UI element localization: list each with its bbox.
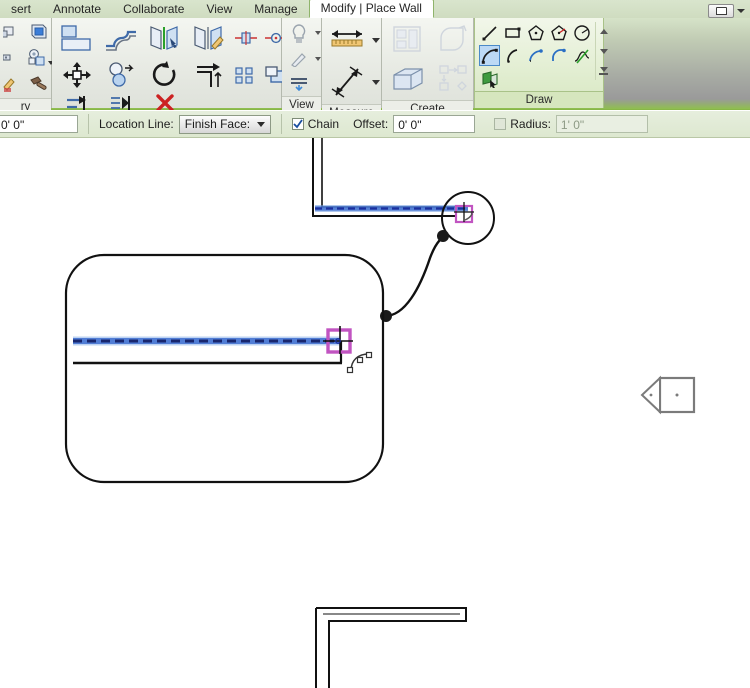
minimize-ribbon-button[interactable]: [708, 4, 734, 18]
offset-input[interactable]: 0' 0": [393, 115, 476, 133]
panel-create: Create: [382, 18, 476, 110]
measure-horizontal-icon[interactable]: [326, 20, 368, 60]
linework-icon[interactable]: [0, 72, 22, 96]
move-arrows-icon[interactable]: [56, 57, 98, 92]
create-assembly-icon[interactable]: [432, 60, 476, 98]
panel-view-label: View: [282, 96, 321, 110]
radius-label: Radius:: [510, 117, 551, 131]
drawing-area[interactable]: [0, 138, 750, 688]
caret-up-box-icon: [715, 7, 727, 15]
panel-geometry: ry: [0, 18, 54, 110]
radius-input[interactable]: 1' 0": [555, 115, 648, 133]
cut-geometry-icon[interactable]: [0, 20, 22, 44]
tab-modify-place-wall[interactable]: Modify | Place Wall: [308, 0, 434, 18]
measure-diagonal-icon[interactable]: [326, 62, 368, 102]
tab-collaborate[interactable]: Collaborate: [112, 1, 195, 18]
chevron-down-icon[interactable]: [314, 20, 322, 46]
arc-start-end-radius-icon[interactable]: [479, 45, 500, 66]
copy-icon[interactable]: [100, 57, 142, 92]
wall-corner-bottom: [315, 607, 467, 688]
chevron-down-icon: [256, 121, 265, 127]
cutback-icon[interactable]: [286, 72, 312, 94]
leader-line: [384, 234, 449, 318]
rectangle-icon[interactable]: [502, 22, 523, 43]
mirror-draw-axis-icon[interactable]: [188, 20, 230, 55]
location-line-label: Location Line:: [99, 117, 174, 131]
tab-annotate[interactable]: Annotate: [42, 1, 112, 18]
leader-dot-lower: [380, 310, 392, 322]
leader-dot-upper: [437, 230, 449, 242]
ribbon-window-controls: [708, 4, 750, 18]
draw-scroll-down-button[interactable]: [599, 42, 608, 60]
panel-draw-label: Draw: [475, 91, 603, 108]
lightbulb-icon[interactable]: [286, 20, 312, 46]
offset-icon[interactable]: [100, 20, 142, 55]
trim-multiple-icon[interactable]: [56, 94, 98, 110]
polygon-circumscribed-icon[interactable]: [548, 22, 569, 43]
height-input[interactable]: 0' 0": [0, 115, 78, 133]
ribbon-tab-bar: sert Annotate Collaborate View Manage Mo…: [0, 0, 750, 19]
section-marker: [640, 375, 696, 415]
offset-label: Offset:: [353, 117, 389, 131]
location-line-combo[interactable]: Finish Face: Ex: [178, 114, 271, 134]
arc-draw-glyph: [346, 351, 373, 374]
mirror-pick-axis-icon[interactable]: [144, 20, 186, 55]
paint-roller-icon[interactable]: [24, 46, 54, 70]
create-similar-icon[interactable]: [386, 20, 430, 58]
options-bar: 0' 0" Location Line: Finish Face: Ex Cha…: [0, 110, 750, 138]
chain-checkbox[interactable]: [291, 118, 304, 130]
rotate-icon[interactable]: [144, 57, 186, 92]
panel-draw: Draw: [474, 18, 608, 108]
polygon-inscribed-icon[interactable]: [525, 22, 546, 43]
linework-pen-icon[interactable]: [286, 48, 312, 70]
panel-geometry-label: ry: [0, 98, 51, 110]
align-icon[interactable]: [56, 20, 98, 55]
circle-icon[interactable]: [571, 22, 592, 43]
chevron-down-icon[interactable]: [370, 62, 382, 102]
pick-lines-icon[interactable]: [479, 68, 500, 89]
chevron-down-icon[interactable]: [370, 20, 382, 60]
panel-measure: Measure: [322, 18, 382, 110]
split-element-icon[interactable]: [232, 20, 260, 55]
zoom-callout-rounded-rect: [64, 253, 385, 484]
options-separator-1: [88, 114, 89, 134]
create-group-icon[interactable]: [386, 60, 430, 98]
line-icon[interactable]: [479, 22, 500, 43]
join-geometry-icon[interactable]: [24, 20, 54, 44]
tab-manage[interactable]: Manage: [243, 1, 308, 18]
tab-view[interactable]: View: [195, 1, 243, 18]
trim-single-icon[interactable]: [188, 57, 230, 92]
spline-icon[interactable]: [571, 45, 592, 66]
snap-crosshair-cursor-circle: [454, 202, 474, 224]
panel-create-label: Create: [382, 100, 473, 110]
arc-tangent-end-icon[interactable]: [525, 45, 546, 66]
draw-expand-button[interactable]: [599, 62, 608, 80]
draw-scroll-up-button[interactable]: [599, 22, 608, 40]
wall-corner-top: [312, 138, 455, 217]
radius-checkbox[interactable]: [494, 118, 507, 130]
create-part-icon[interactable]: [432, 20, 476, 58]
panel-view: View: [282, 18, 322, 110]
arc-fillet-icon[interactable]: [548, 45, 569, 66]
options-separator-2: [280, 114, 282, 134]
arc-center-ends-icon[interactable]: [502, 45, 523, 66]
array-icon[interactable]: [232, 57, 260, 92]
chevron-down-icon[interactable]: [314, 48, 322, 70]
revit-window: sert Annotate Collaborate View Manage Mo…: [0, 0, 750, 688]
ribbon: ry View Create Draw: [0, 18, 750, 110]
split-face-icon[interactable]: [0, 46, 22, 70]
split-gap-icon[interactable]: [100, 94, 142, 110]
hammer-icon[interactable]: [24, 72, 54, 96]
tab-insert[interactable]: sert: [0, 1, 42, 18]
delete-x-icon[interactable]: [144, 94, 186, 110]
caret-down-icon[interactable]: [737, 9, 745, 13]
location-line-value: Finish Face: Ex: [184, 117, 251, 131]
panel-modify: Modify: [52, 18, 316, 110]
chain-label: Chain: [307, 117, 340, 131]
